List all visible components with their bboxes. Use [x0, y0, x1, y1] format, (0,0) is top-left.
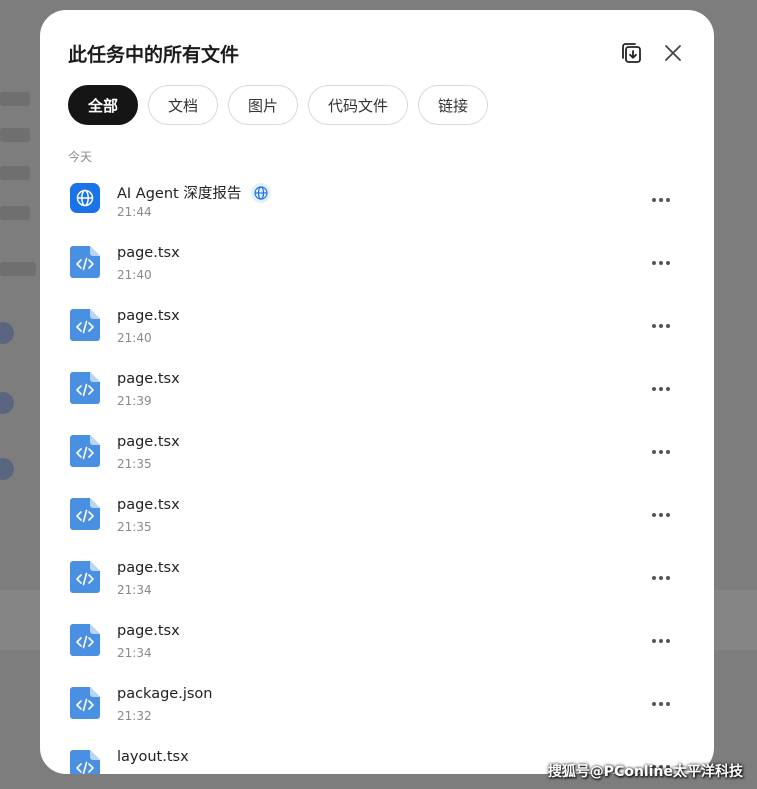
file-name: AI Agent 深度报告: [117, 182, 272, 203]
globe-icon: [251, 182, 272, 203]
file-time: 21:35: [117, 520, 152, 534]
file-row[interactable]: package.json 21:32: [68, 672, 674, 735]
file-name: page.tsx: [117, 434, 180, 450]
code-file-icon: [70, 309, 100, 341]
code-file-icon: [70, 372, 100, 404]
more-options-icon[interactable]: [648, 194, 674, 206]
background-text: [0, 206, 30, 220]
more-options-icon[interactable]: [648, 635, 674, 647]
close-button[interactable]: [658, 38, 688, 68]
file-name-text: layout.tsx: [117, 749, 189, 765]
file-time: 21:32: [117, 709, 152, 723]
file-row[interactable]: page.tsx 21:40: [68, 231, 674, 294]
file-row[interactable]: page.tsx 21:35: [68, 420, 674, 483]
code-file-icon: [70, 435, 100, 467]
more-options-icon[interactable]: [648, 446, 674, 458]
file-row[interactable]: AI Agent 深度报告 21:44: [68, 168, 674, 231]
file-row[interactable]: page.tsx 21:35: [68, 483, 674, 546]
file-name-text: AI Agent 深度报告: [117, 186, 242, 202]
more-options-icon[interactable]: [648, 509, 674, 521]
file-name-text: page.tsx: [117, 497, 180, 513]
code-file-icon: [70, 561, 100, 593]
filter-tabs: 全部 文档 图片 代码文件 链接: [68, 85, 488, 125]
more-options-icon[interactable]: [648, 698, 674, 710]
file-time: 21:40: [117, 268, 152, 282]
watermark: 搜狐号@PConline太平洋科技: [547, 764, 743, 780]
code-file-icon: [70, 498, 100, 530]
file-name-text: page.tsx: [117, 623, 180, 639]
file-time: 21:35: [117, 457, 152, 471]
filter-links[interactable]: 链接: [418, 85, 488, 125]
more-options-icon[interactable]: [648, 257, 674, 269]
file-name: page.tsx: [117, 497, 180, 513]
file-name: layout.tsx: [117, 749, 189, 765]
background-text: [0, 262, 36, 276]
background-avatar: [0, 322, 14, 344]
file-name-text: page.tsx: [117, 434, 180, 450]
filter-code-files[interactable]: 代码文件: [308, 85, 408, 125]
filter-images[interactable]: 图片: [228, 85, 298, 125]
more-options-icon[interactable]: [648, 320, 674, 332]
close-icon: [665, 45, 681, 61]
file-name: page.tsx: [117, 308, 180, 324]
more-options-icon[interactable]: [648, 383, 674, 395]
file-name-text: page.tsx: [117, 308, 180, 324]
background-avatar: [0, 458, 14, 480]
code-file-icon: [70, 246, 100, 278]
dialog-title: 此任务中的所有文件: [68, 44, 240, 66]
file-name-text: package.json: [117, 686, 213, 702]
file-time: 21:34: [117, 646, 152, 660]
code-file-icon: [70, 687, 100, 719]
file-time: 21:44: [117, 205, 152, 219]
files-dialog: 此任务中的所有文件 全部 文档 图片 代码文件 链接 今天 AI Agent 深…: [40, 10, 714, 774]
file-time: 21:40: [117, 331, 152, 345]
file-row[interactable]: page.tsx 21:34: [68, 546, 674, 609]
code-file-icon: [70, 750, 100, 774]
file-row[interactable]: page.tsx 21:40: [68, 294, 674, 357]
file-time: 21:39: [117, 394, 152, 408]
dialog-header: 此任务中的所有文件: [68, 40, 686, 70]
globe-icon: [70, 183, 100, 215]
file-name-text: page.tsx: [117, 560, 180, 576]
file-time: 21:34: [117, 583, 152, 597]
file-name: page.tsx: [117, 560, 180, 576]
file-name: package.json: [117, 686, 212, 702]
background-text: [0, 92, 30, 106]
section-label-today: 今天: [68, 150, 93, 164]
background-text: [0, 166, 30, 180]
code-file-icon: [70, 624, 100, 656]
file-name-text: page.tsx: [117, 371, 180, 387]
download-all-icon: [622, 43, 641, 63]
filter-documents[interactable]: 文档: [148, 85, 218, 125]
file-name: page.tsx: [117, 371, 180, 387]
file-row[interactable]: page.tsx 21:39: [68, 357, 674, 420]
download-all-button[interactable]: [616, 38, 646, 68]
filter-all[interactable]: 全部: [68, 85, 138, 125]
file-name: page.tsx: [117, 623, 180, 639]
file-name-text: page.tsx: [117, 245, 180, 261]
file-list: AI Agent 深度报告 21:44 page.tsx 21:40 page.tsx 2…: [68, 168, 674, 774]
file-name: page.tsx: [117, 245, 180, 261]
file-row[interactable]: page.tsx 21:34: [68, 609, 674, 672]
more-options-icon[interactable]: [648, 572, 674, 584]
background-text: [0, 128, 30, 142]
background-avatar: [0, 392, 14, 414]
